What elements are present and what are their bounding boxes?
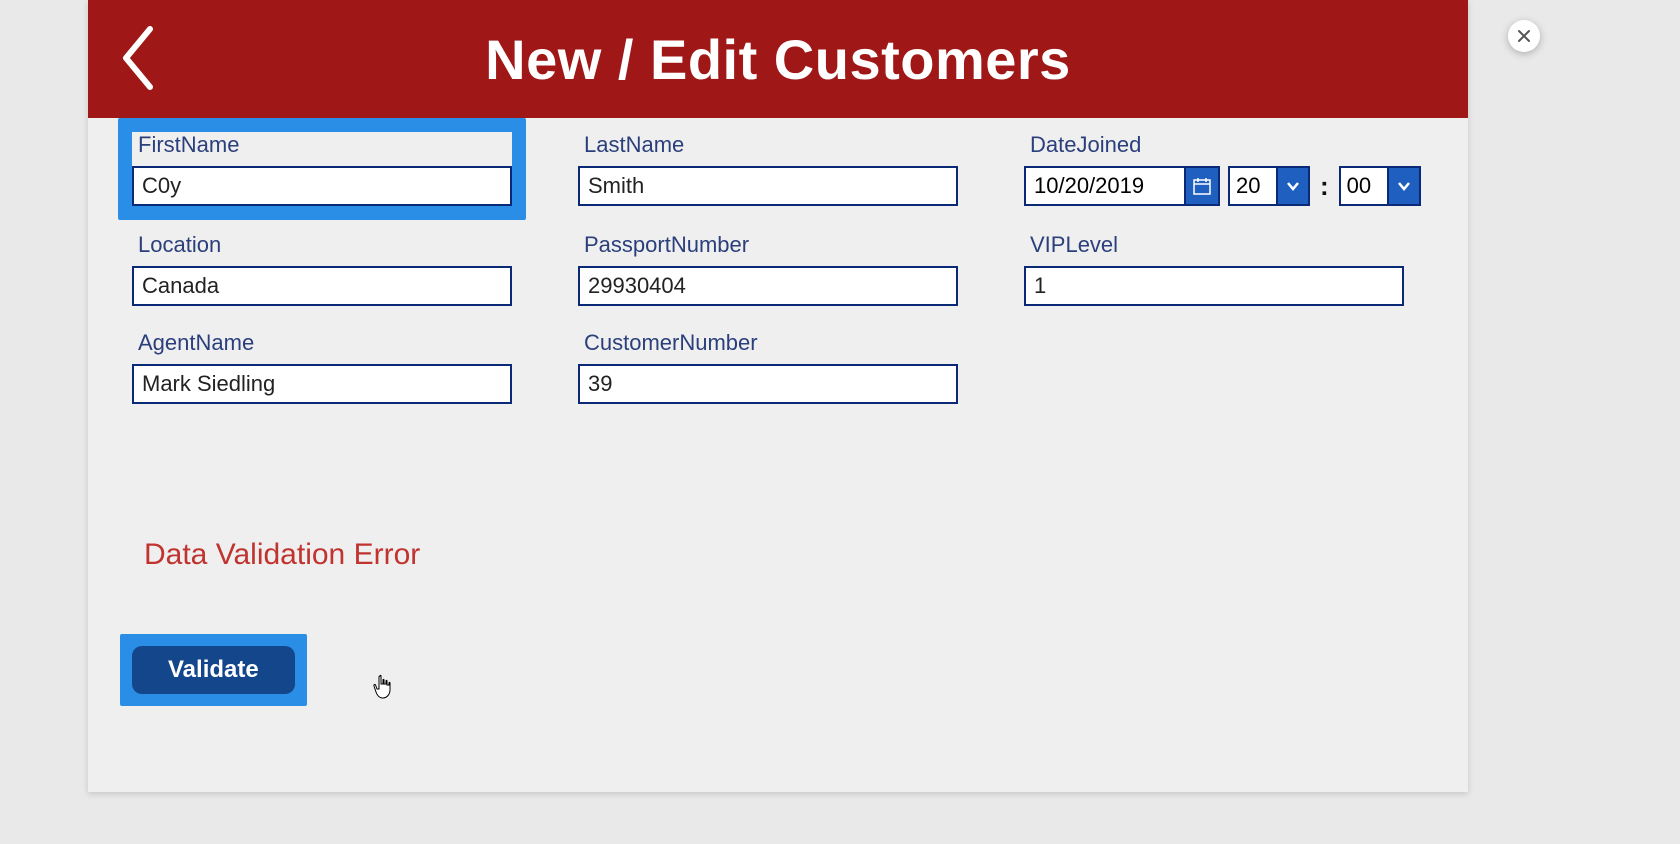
last-name-label: LastName [578,132,958,158]
location-label: Location [132,232,512,258]
chevron-down-icon [1285,178,1301,194]
field-date-joined: DateJoined [1024,132,1421,206]
form-panel: New / Edit Customers FirstName LastName [88,0,1468,792]
field-passport-number: PassportNumber [578,232,958,306]
hour-dropdown-button[interactable] [1276,166,1310,206]
vip-level-input[interactable] [1024,266,1404,306]
app-stage: New / Edit Customers FirstName LastName [0,0,1680,844]
chevron-left-icon [118,23,158,93]
field-location: Location [132,232,512,306]
first-name-label: FirstName [132,132,512,158]
time-separator: : [1318,171,1331,202]
validation-error-message: Data Validation Error [144,538,420,572]
back-button[interactable] [108,18,168,98]
date-joined-hour-input[interactable] [1228,166,1276,206]
close-icon [1517,29,1531,43]
agent-name-label: AgentName [132,330,512,356]
customer-number-label: CustomerNumber [578,330,958,356]
passport-number-input[interactable] [578,266,958,306]
vip-level-label: VIPLevel [1024,232,1404,258]
last-name-input[interactable] [578,166,958,206]
validate-button[interactable]: Validate [132,646,295,694]
first-name-input[interactable] [132,166,512,206]
customer-number-input[interactable] [578,364,958,404]
header-bar: New / Edit Customers [88,0,1468,118]
date-joined-label: DateJoined [1024,132,1421,158]
minute-dropdown-button[interactable] [1387,166,1421,206]
field-agent-name: AgentName [132,330,512,404]
field-customer-number: CustomerNumber [578,330,958,404]
highlight-first-name: FirstName [118,118,526,220]
calendar-icon [1193,177,1211,195]
page-title: New / Edit Customers [485,27,1071,92]
close-button[interactable] [1508,20,1540,52]
location-input[interactable] [132,266,512,306]
form-area: FirstName LastName DateJoined [88,118,1468,146]
agent-name-input[interactable] [132,364,512,404]
highlight-validate: Validate [120,634,307,706]
field-last-name: LastName [578,132,958,206]
calendar-button[interactable] [1184,166,1220,206]
field-vip-level: VIPLevel [1024,232,1404,306]
cursor-hand-icon [372,674,394,705]
field-first-name: FirstName [118,118,526,220]
passport-number-label: PassportNumber [578,232,958,258]
date-joined-minute-input[interactable] [1339,166,1387,206]
chevron-down-icon [1396,178,1412,194]
date-joined-date-input[interactable] [1024,166,1184,206]
